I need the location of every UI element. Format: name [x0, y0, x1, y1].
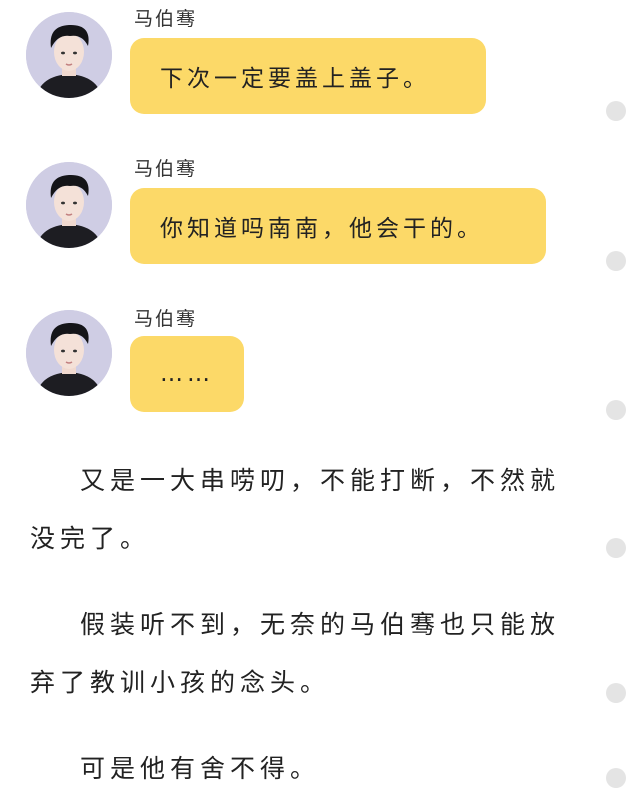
sender-name: 马伯骞: [134, 8, 198, 30]
sender-name: 马伯骞: [134, 308, 198, 330]
avatar[interactable]: [26, 12, 112, 98]
page-dot[interactable]: [606, 101, 626, 121]
message-bubble[interactable]: 下次一定要盖上盖子。: [130, 38, 486, 114]
sender-name: 马伯骞: [134, 158, 198, 180]
page-dot[interactable]: [606, 768, 626, 788]
story-paragraph: 假装听不到，无奈的马伯骞也只能放弃了教训小孩的念头。: [30, 610, 561, 697]
page-dot[interactable]: [606, 538, 626, 558]
story-paragraph: 又是一大串唠叨，不能打断，不然就没完了。: [30, 466, 561, 553]
message-bubble[interactable]: ……: [130, 336, 244, 412]
message-bubble[interactable]: 你知道吗南南，他会干的。: [130, 188, 546, 264]
story-paragraph: 可是他有舍不得。: [80, 754, 321, 783]
page-dot[interactable]: [606, 683, 626, 703]
avatar[interactable]: [26, 162, 112, 248]
page-dot[interactable]: [606, 400, 626, 420]
avatar[interactable]: [26, 310, 112, 396]
page-dot[interactable]: [606, 251, 626, 271]
